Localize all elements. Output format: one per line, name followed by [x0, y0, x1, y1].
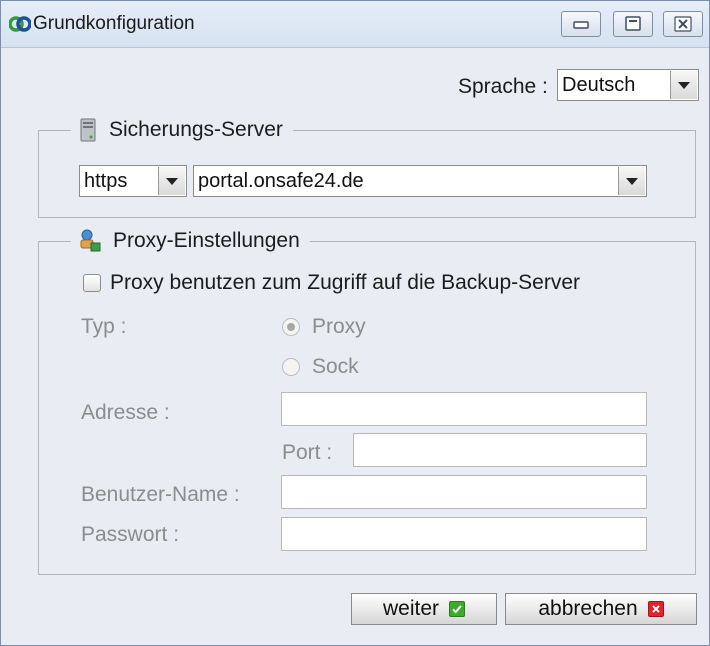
language-select[interactable]: Deutsch — [557, 69, 699, 101]
configuration-window: Grundkonfiguration Sprache : Deutsch Sic… — [0, 0, 710, 646]
port-label: Port : — [282, 441, 333, 464]
maximize-icon — [625, 16, 641, 31]
window-title: Grundkonfiguration — [33, 13, 195, 34]
proxy-type-radio-proxy[interactable] — [282, 318, 300, 336]
close-icon — [674, 16, 692, 32]
proxy-network-icon — [80, 229, 101, 252]
port-input[interactable] — [353, 433, 647, 467]
language-value: Deutsch — [562, 74, 636, 96]
proxy-type-radio-sock[interactable] — [282, 358, 300, 376]
protocol-select[interactable]: https — [79, 165, 187, 197]
chevron-down-icon[interactable] — [618, 167, 645, 195]
backup-server-title: Sicherungs-Server — [109, 118, 283, 141]
cancel-button-label: abbrechen — [538, 597, 638, 620]
next-button[interactable]: weiter — [351, 593, 497, 625]
protocol-value: https — [84, 170, 128, 192]
language-label: Sprache : — [458, 75, 548, 98]
cancel-button[interactable]: abbrechen — [505, 593, 697, 625]
password-input[interactable] — [281, 517, 647, 551]
maximize-button[interactable] — [613, 11, 653, 37]
minimize-button[interactable] — [561, 11, 601, 37]
proxy-type-option-sock[interactable]: Sock — [312, 355, 359, 379]
use-proxy-checkbox[interactable] — [83, 274, 101, 292]
password-label: Passwort : — [81, 523, 180, 546]
backup-server-legend: Sicherungs-Server — [71, 118, 293, 142]
next-button-label: weiter — [382, 597, 440, 620]
address-input[interactable] — [281, 392, 647, 426]
onsafe-logo-icon — [9, 16, 31, 32]
server-icon — [80, 118, 96, 142]
username-label: Benutzer-Name : — [81, 483, 240, 506]
use-proxy-label[interactable]: Proxy benutzen zum Zugriff auf die Backu… — [110, 271, 580, 295]
type-label: Typ : — [81, 315, 127, 338]
server-host-value: portal.onsafe24.de — [198, 170, 364, 192]
server-host-select[interactable]: portal.onsafe24.de — [193, 165, 647, 197]
cross-icon — [647, 601, 664, 617]
close-button[interactable] — [663, 11, 703, 37]
checkmark-icon — [449, 601, 466, 617]
chevron-down-icon[interactable] — [670, 71, 697, 99]
proxy-settings-title: Proxy-Einstellungen — [113, 229, 300, 252]
minimize-icon — [573, 21, 589, 29]
proxy-settings-legend: Proxy-Einstellungen — [71, 229, 310, 253]
title-bar[interactable]: Grundkonfiguration — [1, 1, 709, 48]
proxy-type-option-proxy[interactable]: Proxy — [312, 315, 366, 339]
chevron-down-icon[interactable] — [158, 167, 185, 195]
address-label: Adresse : — [81, 401, 170, 424]
username-input[interactable] — [281, 475, 647, 509]
